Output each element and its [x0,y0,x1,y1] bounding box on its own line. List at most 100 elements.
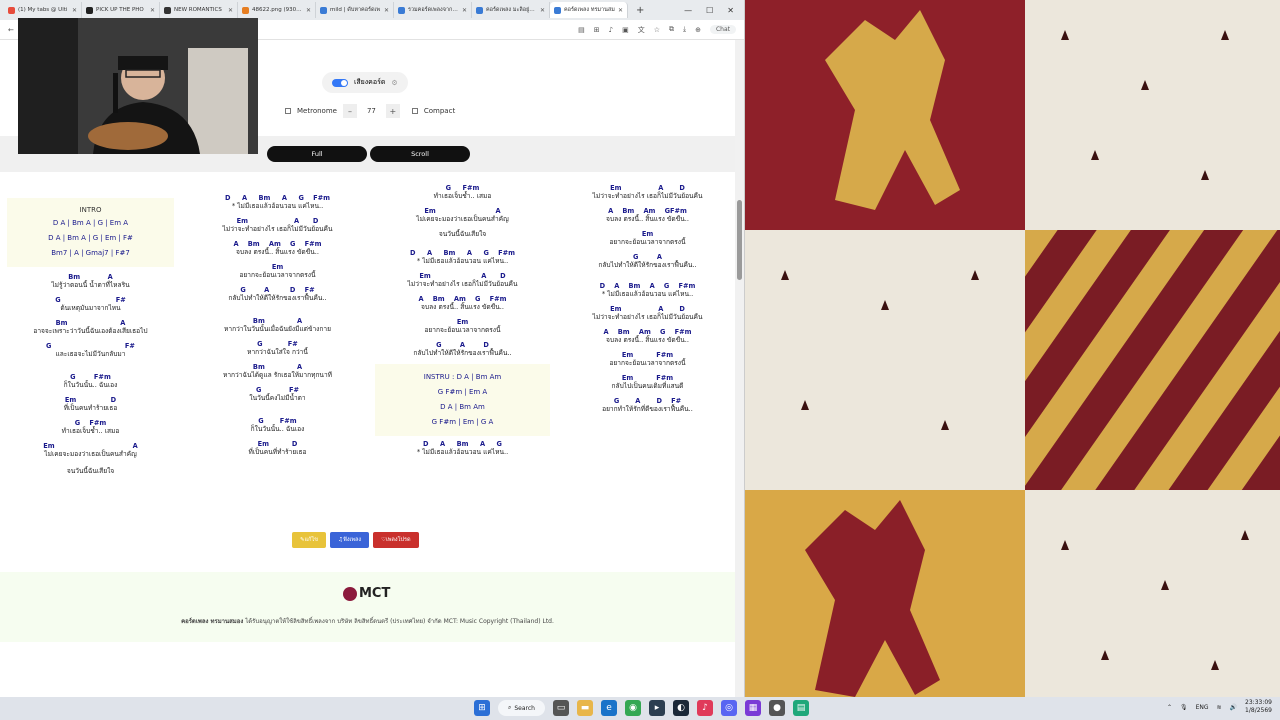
chord-line[interactable]: Em A D [560,305,735,313]
chord-line[interactable]: Em F#m [560,351,735,359]
music-icon[interactable]: ♪ [697,700,713,716]
tab-close-icon[interactable]: ✕ [228,7,233,14]
copilot-chat-button[interactable]: Chat [709,25,736,34]
chord-line[interactable]: D A Bm A G [375,440,550,448]
bpm-value[interactable]: 77 [363,107,380,115]
chord-line[interactable]: G A D F# [560,397,735,405]
browser-tab[interactable]: คอร์ดเพลง มะลิอยู่ไกล ✕ [472,2,550,18]
chord-line[interactable]: Em [190,263,365,271]
chord-line[interactable]: Em [375,318,550,326]
chord-line[interactable]: Em A D [375,272,550,280]
steam-icon[interactable]: ◐ [673,700,689,716]
chord-line[interactable]: A Bm Am GF#m [560,207,735,215]
browser-tab[interactable]: mild | ดับหาคอร์ดเพ ✕ [316,2,394,18]
read-aloud-icon[interactable]: ♪ [609,26,613,34]
download-icon[interactable]: ⤓ [683,25,686,34]
chord-line[interactable]: A Bm Am G F#m [375,295,550,303]
chrome-icon[interactable]: ◉ [625,700,641,716]
tab-close-icon[interactable]: ✕ [150,7,155,14]
chord-line[interactable]: Bm A [3,319,178,327]
obs-icon[interactable]: ● [769,700,785,716]
scrollbar-thumb[interactable] [737,200,742,280]
chord-line[interactable]: A Bm Am G F#m [560,328,735,336]
apps-icon[interactable]: ⊞ [594,26,600,34]
chord-line[interactable]: Em [560,230,735,238]
bpm-minus-button[interactable]: – [342,104,357,118]
browser-tab[interactable]: PICK UP THE PHO ✕ [82,2,160,18]
chord-line[interactable]: Bm A [3,273,178,281]
browser-tab[interactable]: NEW ROMANTICS ✕ [160,2,238,18]
discord-icon[interactable]: ◎ [721,700,737,716]
wifi-icon[interactable]: ≋ [1217,704,1222,711]
chord-line[interactable]: G A D F# [190,286,365,294]
maximize-icon[interactable]: ☐ [706,6,713,15]
volume-icon[interactable]: 🔊 [1230,704,1237,711]
chord-line[interactable]: Em A [375,207,550,215]
clock[interactable]: 23:33:09 1/8/2569 [1245,699,1272,715]
chord-line[interactable]: G F#m [190,417,365,425]
listen-button[interactable]: ♫ ฟังเพลง [330,532,370,548]
metronome-checkbox[interactable] [285,108,291,114]
chord-line[interactable]: A Bm Am G F#m [190,240,365,248]
favorite-icon[interactable]: ☆ [654,26,660,34]
compact-checkbox[interactable] [411,108,418,114]
back-icon[interactable]: ← [8,26,14,34]
taskbar-search[interactable]: ⌕ Search [498,700,545,716]
chord-line[interactable]: Bm A [190,363,365,371]
chord-line[interactable]: D A Bm A G F#m [375,249,550,257]
chord-line[interactable]: G A [560,253,735,261]
tab-close-icon[interactable]: ✕ [462,7,467,14]
immersive-icon[interactable]: ▣ [622,26,629,34]
bpm-plus-button[interactable]: + [385,104,400,118]
browser-tab[interactable]: รวมคอร์ดเพลงจากศิล ✕ [394,2,472,18]
toggle-switch[interactable] [332,78,348,87]
collections-icon[interactable]: ⧉ [669,25,674,34]
app-icon[interactable]: ▦ [745,700,761,716]
chord-line[interactable]: Em A D [190,217,365,225]
chord-line[interactable]: G F# [3,296,178,304]
edge-icon[interactable]: e [601,700,617,716]
chord-line[interactable]: D A Bm A G F#m [190,194,365,202]
browser-tab[interactable]: (1) My tabs @ Ulti ✕ [4,2,82,18]
tab-close-icon[interactable]: ✕ [540,7,545,14]
chord-sound-toggle[interactable]: เสียงคอร์ด ⚙ [322,72,408,93]
new-tab-button[interactable]: + [628,5,652,16]
chevron-up-icon[interactable]: ⌃ [1167,704,1172,711]
chord-line[interactable]: Em F#m [560,374,735,382]
full-view-button[interactable]: Full [267,146,367,162]
start-icon[interactable]: ⊞ [474,700,490,716]
spreadsheet-icon[interactable]: ▤ [793,700,809,716]
chord-line[interactable]: Em D [190,440,365,448]
mic-icon[interactable]: 🎙 [1180,704,1188,711]
chord-line[interactable]: G F# [190,386,365,394]
tab-close-icon[interactable]: ✕ [306,7,311,14]
browser-tab[interactable]: คอร์ดเพลง ทรมานสม ✕ [550,2,628,18]
lang-indicator[interactable]: ENG [1196,704,1209,711]
page-scrollbar[interactable] [735,40,744,697]
browser-tab[interactable]: 48622.png (930×1 ✕ [238,2,316,18]
terminal-icon[interactable]: ▸ [649,700,665,716]
task-view-icon[interactable]: ▭ [553,700,569,716]
chord-line[interactable]: Em A D [560,184,735,192]
chord-line[interactable]: Bm A [190,317,365,325]
tab-close-icon[interactable]: ✕ [384,7,389,14]
chord-line[interactable]: G F#m [3,373,178,381]
scroll-view-button[interactable]: Scroll [370,146,470,162]
chord-line[interactable]: Em D [3,396,178,404]
chord-line[interactable]: D A Bm A G F#m [560,282,735,290]
extensions-icon[interactable]: ⊕ [695,26,701,34]
translate-icon[interactable]: 文 [638,25,645,35]
tab-close-icon[interactable]: ✕ [72,7,77,14]
chord-line[interactable]: G A D [375,341,550,349]
chord-line[interactable]: G F# [190,340,365,348]
file-explorer-icon[interactable]: ▬ [577,700,593,716]
settings-icon[interactable]: ⚙ [391,79,397,87]
close-icon[interactable]: ✕ [727,6,734,15]
chord-line[interactable]: G F#m [375,184,550,192]
chord-line[interactable]: Em A [3,442,178,450]
tab-close-icon[interactable]: ✕ [618,7,623,14]
chord-line[interactable]: G F# [3,342,178,350]
minimize-icon[interactable]: — [684,6,692,15]
reader-icon[interactable]: ▤ [578,26,585,34]
edit-button[interactable]: ✎ แก้ไข [292,532,327,548]
